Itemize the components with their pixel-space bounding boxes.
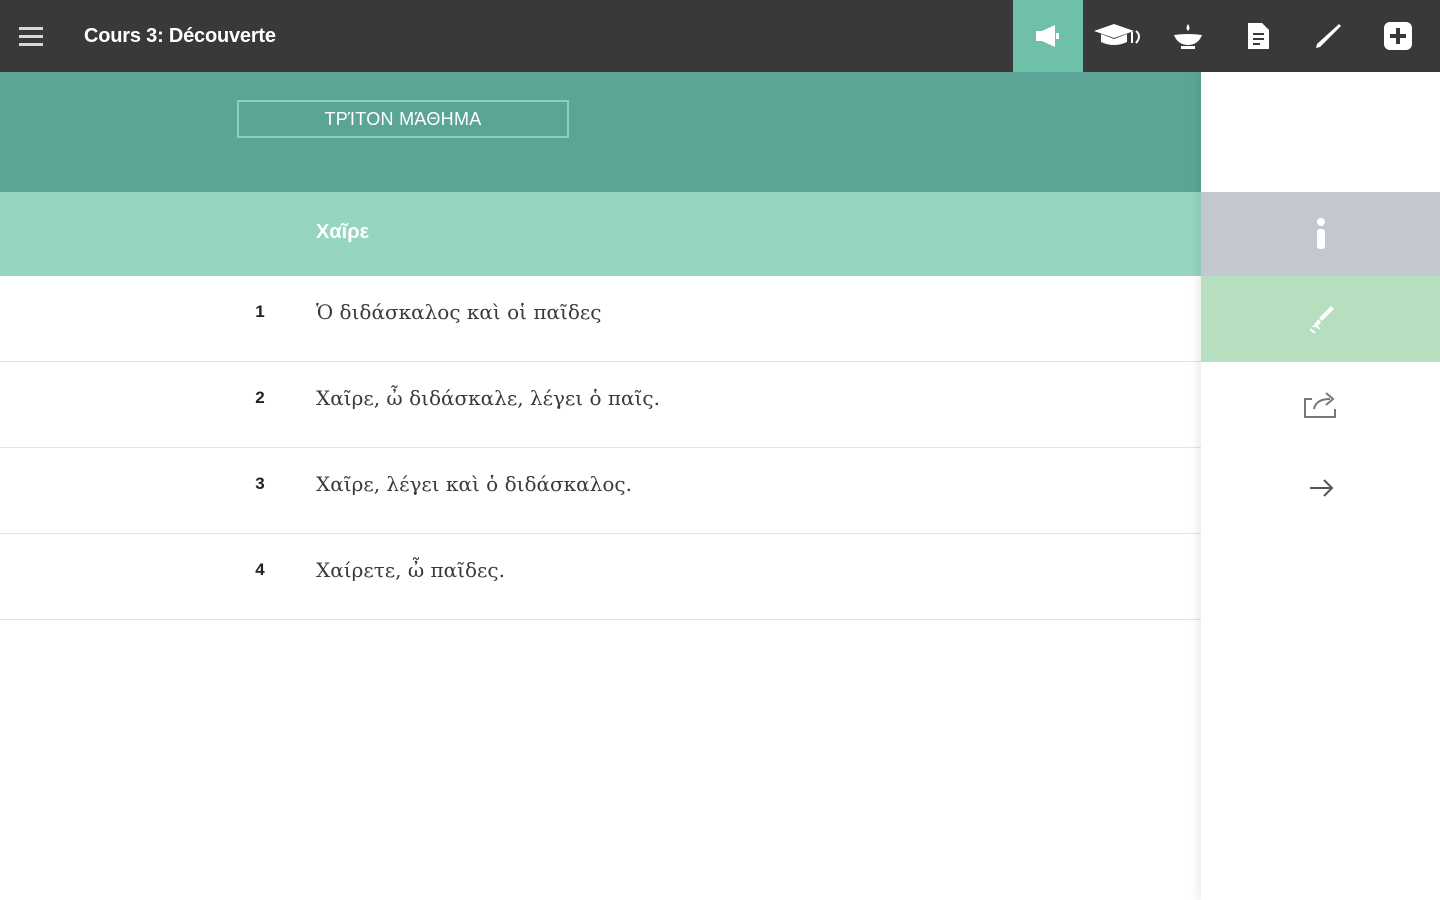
list-item[interactable]: 1 Ὁ διδάσκαλος καὶ οἱ παῖδες xyxy=(0,276,1201,362)
page-title: Cours 3: Découverte xyxy=(84,25,276,47)
line-number: 2 xyxy=(255,388,265,407)
line-text: Χαίρετε, ὦ παῖδες. xyxy=(316,558,505,582)
section-title: Χαῖρε xyxy=(316,221,370,243)
side-panel xyxy=(1201,72,1440,900)
menu-button[interactable] xyxy=(0,0,62,72)
lesson-chip[interactable]: ΤΡΊΤΟΝ ΜΆΘΗΜΑ xyxy=(237,100,569,138)
section-title-row: Χαῖρε xyxy=(0,192,1201,276)
megaphone-icon xyxy=(1036,25,1059,47)
pen-icon xyxy=(1316,24,1341,48)
toolbar xyxy=(1013,0,1433,72)
share-button[interactable] xyxy=(1201,362,1440,446)
lamp-tool-button[interactable] xyxy=(1153,0,1223,72)
pen-tool-button[interactable] xyxy=(1293,0,1363,72)
text-lines: 1 Ὁ διδάσκαλος καὶ οἱ παῖδες 2 Χαῖρε, ὦ … xyxy=(0,276,1201,620)
audio-tool-button[interactable] xyxy=(1013,0,1083,72)
info-button[interactable] xyxy=(1201,192,1440,276)
arrow-right-icon xyxy=(1309,479,1333,497)
line-number: 4 xyxy=(255,560,265,579)
next-button[interactable] xyxy=(1201,446,1440,530)
brush-button[interactable] xyxy=(1201,276,1440,362)
list-item[interactable]: 2 Χαῖρε, ὦ διδάσκαλε, λέγει ὁ παῖς. xyxy=(0,362,1201,448)
line-text: Ὁ διδάσκαλος καὶ οἱ παῖδες xyxy=(316,300,602,324)
brush-icon xyxy=(1308,306,1334,334)
lesson-header xyxy=(0,72,1201,192)
list-item[interactable]: 4 Χαίρετε, ὦ παῖδες. xyxy=(0,534,1201,620)
list-item[interactable]: 3 Χαῖρε, λέγει καὶ ὁ διδάσκαλος. xyxy=(0,448,1201,534)
lamp-icon xyxy=(1174,24,1202,49)
add-tool-button[interactable] xyxy=(1363,0,1433,72)
graduation-cap-icon xyxy=(1094,24,1140,45)
line-text: Χαῖρε, λέγει καὶ ὁ διδάσκαλος. xyxy=(316,472,632,496)
add-icon xyxy=(1384,22,1412,50)
document-icon xyxy=(1248,23,1269,49)
info-icon xyxy=(1316,218,1325,249)
line-number: 1 xyxy=(255,302,265,321)
hamburger-menu-icon xyxy=(19,27,43,46)
lessons-tool-button[interactable] xyxy=(1083,0,1153,72)
line-text: Χαῖρε, ὦ διδάσκαλε, λέγει ὁ παῖς. xyxy=(316,386,660,410)
line-number: 3 xyxy=(255,474,265,493)
top-app-bar: Cours 3: Découverte xyxy=(0,0,1440,72)
share-icon xyxy=(1303,392,1336,418)
document-tool-button[interactable] xyxy=(1223,0,1293,72)
